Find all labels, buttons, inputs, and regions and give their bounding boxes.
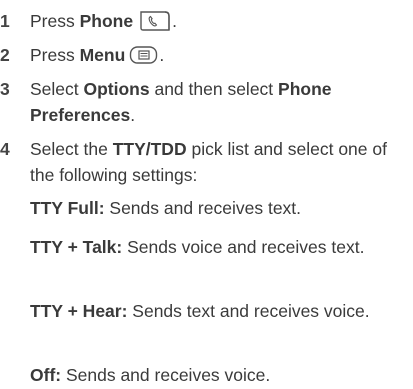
step-number: 3 bbox=[0, 79, 10, 99]
step-text: Press Phone . bbox=[30, 8, 405, 34]
step-text-part: and then select bbox=[149, 79, 279, 99]
step-text-before: Press bbox=[30, 11, 80, 31]
setting-tty-full: TTY Full: Sends and receives text. bbox=[30, 195, 405, 221]
step-number: 2 bbox=[0, 45, 10, 65]
setting-name: TTY Full: bbox=[30, 198, 105, 218]
step-bold-menu: Menu bbox=[79, 45, 126, 65]
step-bold-tty-tdd: TTY/TDD bbox=[112, 139, 187, 159]
step-text: Select Options and then select Phone Pre… bbox=[30, 76, 405, 128]
step-bold-phone: Phone bbox=[79, 11, 134, 31]
step-number: 4 bbox=[0, 139, 10, 159]
setting-tty-hear: TTY + Hear: Sends text and receives voic… bbox=[30, 298, 405, 324]
phone-key-icon bbox=[138, 10, 172, 32]
step-text-part: Select bbox=[30, 79, 84, 99]
setting-description: Sends and receives voice. bbox=[61, 365, 271, 385]
setting-name: TTY + Hear: bbox=[30, 301, 128, 321]
setting-name: Off: bbox=[30, 365, 62, 385]
step-text-after: . bbox=[159, 45, 165, 65]
step-text-part: Select the bbox=[30, 139, 113, 159]
step-text-part: . bbox=[130, 105, 136, 125]
step-text: Select the TTY/TDD pick list and select … bbox=[30, 136, 405, 188]
step-number: 1 bbox=[0, 11, 10, 31]
setting-description: Sends voice and receives text. bbox=[122, 237, 365, 257]
step-text-before: Press bbox=[30, 45, 80, 65]
step-text: Press Menu . bbox=[30, 42, 405, 68]
setting-description: Sends text and receives voice. bbox=[127, 301, 370, 321]
setting-name: TTY + Talk: bbox=[30, 237, 123, 257]
step-text-after: . bbox=[172, 11, 177, 31]
setting-description: Sends and receives text. bbox=[104, 198, 302, 218]
menu-key-icon bbox=[129, 45, 159, 65]
setting-tty-talk: TTY + Talk: Sends voice and receives tex… bbox=[30, 234, 405, 260]
step-bold-options: Options bbox=[83, 79, 150, 99]
setting-off: Off: Sends and receives voice. bbox=[30, 362, 405, 388]
